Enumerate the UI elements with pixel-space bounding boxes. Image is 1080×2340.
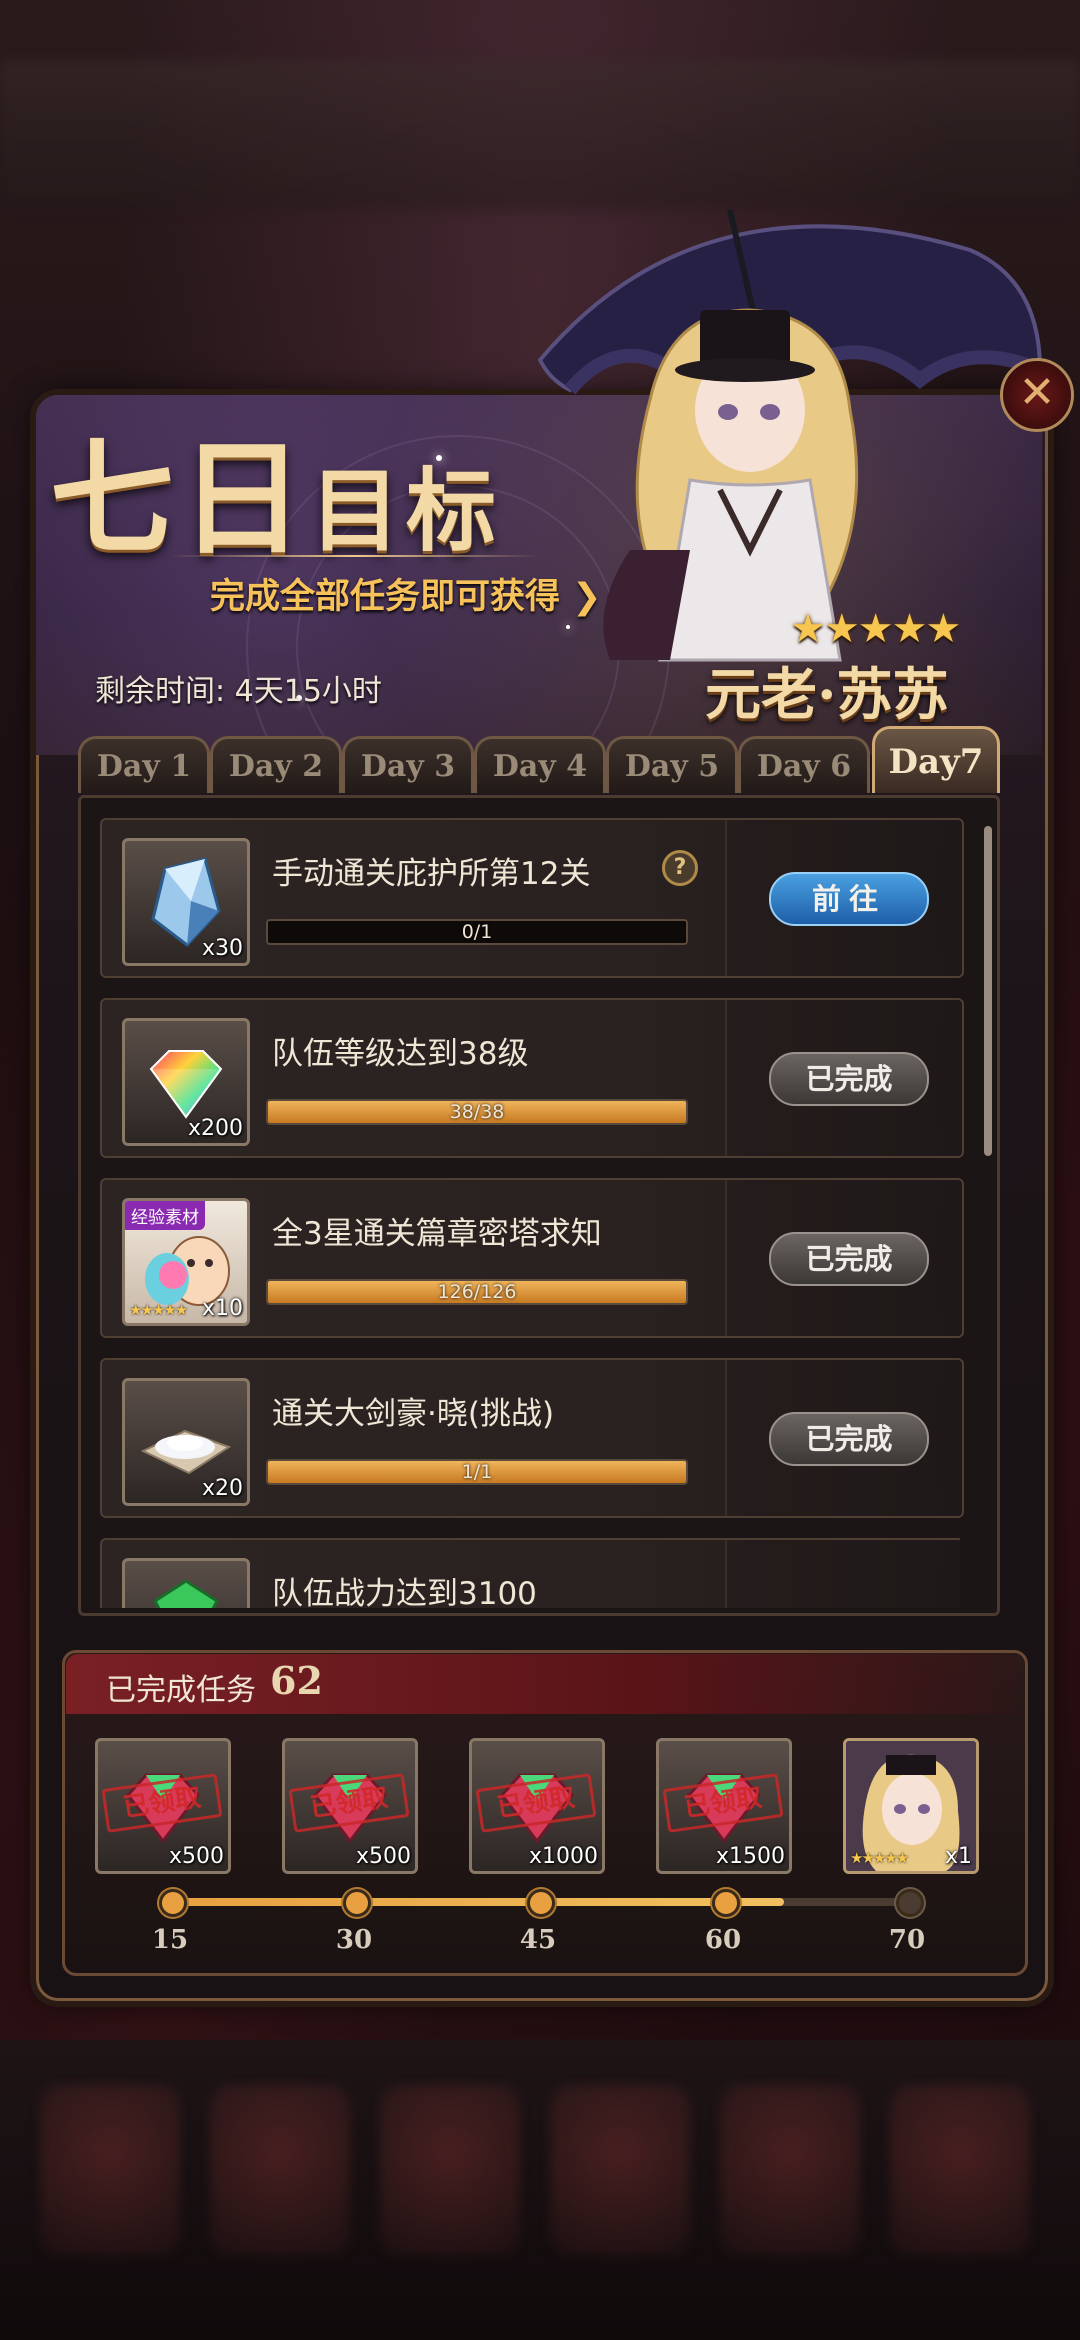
blurred-nav-tab (550, 2085, 690, 2255)
tab-day-1[interactable]: Day 1 (78, 736, 210, 793)
task-row: x200 队伍等级达到38级 38/38 已完成 (100, 998, 964, 1158)
completed-tasks-count: 62 (270, 1658, 323, 1703)
reward-item[interactable] (122, 1558, 250, 1608)
title-divider (170, 555, 540, 557)
blurred-nav-tab (210, 2085, 350, 2255)
tab-day-3[interactable]: Day 3 (342, 736, 474, 793)
completed-tasks-label: 已完成任务 (106, 1673, 256, 1708)
milestone-node (159, 1889, 187, 1917)
reward-item[interactable]: x30 (122, 838, 250, 966)
hero-name: 元老·苏苏 (705, 662, 949, 728)
progress-text: 0/1 (461, 921, 493, 943)
task-row: 队伍战力达到3100 (100, 1538, 960, 1608)
milestone-progress-fill (170, 1898, 785, 1906)
completed-button[interactable]: 已完成 (769, 1052, 929, 1106)
remaining-time: 剩余时间: 4天15小时 (95, 674, 382, 709)
blurred-nav-tab (40, 2085, 180, 2255)
close-button[interactable]: ✕ (1000, 358, 1074, 432)
task-title: 全3星通关篇章密塔求知 (272, 1216, 602, 1252)
help-icon[interactable]: ? (662, 850, 698, 886)
blurred-nav-tab (890, 2085, 1030, 2255)
milestone-node (712, 1889, 740, 1917)
close-icon: ✕ (1018, 367, 1056, 418)
task-title: 通关大剑豪·晓(挑战) (272, 1396, 555, 1432)
task-row: x30 手动通关庇护所第12关 ? 0/1 前往 (100, 818, 964, 978)
milestone-reward[interactable]: 已领取 x500 (95, 1738, 231, 1874)
reward-item[interactable]: 经验素材 ★★★★★ x10 (122, 1198, 250, 1326)
blurred-nav-tab (720, 2085, 860, 2255)
tab-day-5[interactable]: Day 5 (606, 736, 738, 793)
milestone-node (343, 1889, 371, 1917)
reward-quantity: x500 (355, 1844, 411, 1869)
task-progress-bar: 126/126 (266, 1279, 688, 1305)
milestone-node (527, 1889, 555, 1917)
reward-preview-link[interactable]: 完成全部任务即可获得 ❯ (210, 568, 602, 619)
completed-button[interactable]: 已完成 (769, 1412, 929, 1466)
task-title: 队伍战力达到3100 (272, 1576, 537, 1608)
reward-quantity: x1000 (528, 1844, 598, 1869)
task-title: 队伍等级达到38级 (272, 1036, 529, 1072)
milestone-label: 15 (151, 1925, 189, 1955)
item-badge: 经验素材 (125, 1201, 205, 1230)
item-quantity: x200 (187, 1116, 243, 1141)
milestone-label: 45 (519, 1925, 557, 1955)
task-progress-bar: 0/1 (266, 919, 688, 945)
tab-day-4[interactable]: Day 4 (474, 736, 606, 793)
milestone-reward[interactable]: 已领取 x1500 (656, 1738, 792, 1874)
tab-day-7[interactable]: Day7 (872, 726, 1000, 793)
task-action-area (725, 1540, 960, 1608)
milestone-node (896, 1889, 924, 1917)
blurred-nav-tab (380, 2085, 520, 2255)
item-quantity: x20 (201, 1476, 243, 1501)
tab-day-6[interactable]: Day 6 (738, 736, 870, 793)
green-gem-icon (153, 1579, 219, 1608)
item-star-rating: ★★★★★ (129, 1301, 188, 1319)
item-quantity: x30 (201, 936, 243, 961)
milestone-reward[interactable]: ★★★★★ x1 (843, 1738, 979, 1874)
blurred-top-bar (0, 60, 1080, 210)
completed-button[interactable]: 已完成 (769, 1232, 929, 1286)
milestone-reward[interactable]: 已领取 x1000 (469, 1738, 605, 1874)
reward-quantity: x1500 (715, 1844, 785, 1869)
task-progress-bar: 38/38 (266, 1099, 688, 1125)
reward-item[interactable]: x20 (122, 1378, 250, 1506)
progress-text: 126/126 (437, 1281, 517, 1303)
progress-text: 1/1 (461, 1461, 493, 1483)
milestone-reward[interactable]: 已领取 x500 (282, 1738, 418, 1874)
milestone-label: 60 (704, 1925, 742, 1955)
page-title: 七日目标 (50, 427, 503, 572)
milestone-label: 70 (888, 1925, 926, 1955)
item-quantity: x10 (201, 1296, 243, 1321)
tab-day-2[interactable]: Day 2 (210, 736, 342, 793)
go-button[interactable]: 前往 (769, 872, 929, 926)
reward-item[interactable]: x200 (122, 1018, 250, 1146)
task-row-clip: 队伍战力达到3100 (100, 1538, 960, 1608)
milestone-label: 30 (335, 1925, 373, 1955)
task-row: 经验素材 ★★★★★ x10 全3星通关篇章密塔求知 126/126 已完成 (100, 1178, 964, 1338)
reward-quantity: x1 (944, 1844, 972, 1869)
reward-star-rating: ★★★★★ (850, 1849, 909, 1867)
task-list-scrollbar[interactable] (984, 826, 992, 1156)
progress-text: 38/38 (449, 1101, 505, 1123)
reward-quantity: x500 (168, 1844, 224, 1869)
task-row: x20 通关大剑豪·晓(挑战) 1/1 已完成 (100, 1358, 964, 1518)
hero-star-rating: ★★★★★ (790, 606, 961, 652)
task-progress-bar: 1/1 (266, 1459, 688, 1485)
task-title: 手动通关庇护所第12关 (272, 856, 591, 892)
